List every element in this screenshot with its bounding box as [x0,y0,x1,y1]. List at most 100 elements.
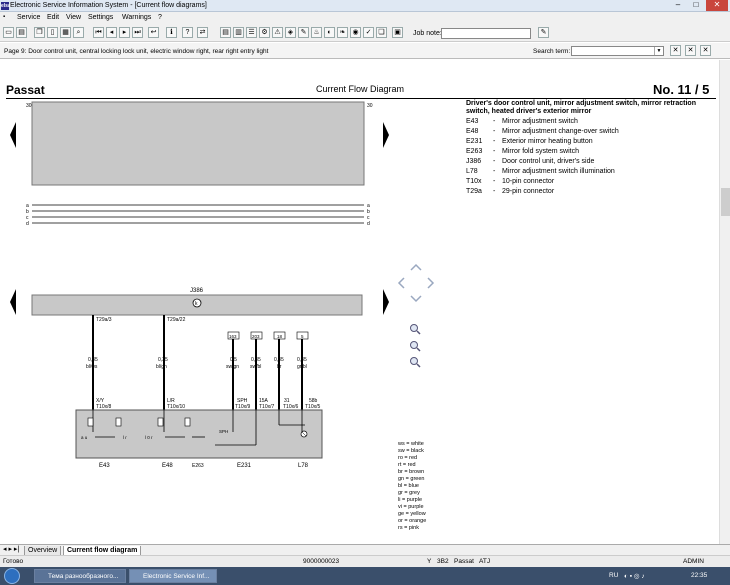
section-right-arrow-icon[interactable] [383,289,389,315]
svg-text:d: d [367,221,370,227]
first-icon[interactable]: ⏮ [93,27,104,38]
taskbar-item-active[interactable]: Electronic Service Inf... [129,569,217,583]
menu-view[interactable]: View [66,14,81,21]
paste-icon[interactable]: ▦ [60,27,71,38]
wrench-icon[interactable]: ✎ [298,27,309,38]
l78-label: L78 [298,463,309,469]
window-title: Electronic Service Information System - … [10,2,207,9]
svg-text:bl/ws: bl/ws [86,364,98,370]
tray-icons[interactable]: ◐ ▪ ◎ ♪ [624,572,645,580]
swap-icon[interactable]: ⇄ [197,27,208,38]
zoom-in-icon[interactable] [410,324,421,335]
search-options-icon[interactable]: ✕ [700,45,711,56]
doc-icon[interactable]: ▯ [47,27,58,38]
color-legend-item: br = brown [398,469,425,475]
pan-left-icon[interactable] [397,277,405,289]
language-indicator[interactable]: RU [609,572,618,579]
upper-block [31,101,365,186]
status-engine: 3B2 [437,558,449,565]
page-left-arrow-icon[interactable] [10,122,16,148]
search-clear-icon[interactable]: ✕ [670,45,681,56]
rail-label: 30 [367,103,373,109]
toolbar: ▭ ▤ ❐ ▯ ▦ ⌕ ⏮ ◂ ▸ ⏭ ↩ ℹ ? ⇄ ▤ ▥ ☰ ⚙ ⚠ ◈ … [0,24,730,42]
color-legend-item: li = purple [398,497,423,503]
status-model: Passat [454,558,474,565]
svg-text:T10x/8: T10x/8 [96,404,112,410]
svg-text:a u: a u [81,435,88,440]
svg-text:T10x/10: T10x/10 [167,404,185,410]
gear-icon[interactable]: ⚙ [259,27,270,38]
copy-icon[interactable]: ❐ [34,27,45,38]
taskbar-item[interactable]: Тема разнообразного... [34,569,126,583]
section-left-arrow-icon[interactable] [10,289,16,315]
rail-label: 30 [26,103,32,109]
prev-icon[interactable]: ◂ [106,27,117,38]
list-icon[interactable]: ☰ [246,27,257,38]
pan-up-icon[interactable] [410,263,422,271]
search-next-icon[interactable]: ✕ [685,45,696,56]
status-ready: Готово [3,558,24,565]
search-input[interactable]: ▼ [571,46,664,56]
status-bar: Готово 9000000023 Y 3B2 Passat ATJ ADMIN [0,555,730,567]
warning-icon[interactable]: ⚠ [272,27,283,38]
page-description: Page 9: Door control unit, central locki… [4,48,269,55]
svg-text:l 0 r: l 0 r [145,435,153,440]
dropdown-arrow-icon[interactable]: ▼ [654,47,663,55]
vertical-scrollbar[interactable] [719,60,730,544]
job-note-icon[interactable]: ✎ [538,27,549,38]
check-icon[interactable]: ✓ [363,27,374,38]
leaf-icon[interactable]: ❧ [337,27,348,38]
clipboard-icon[interactable]: ▣ [392,27,403,38]
color-legend-item: vi = purple [398,504,424,510]
svg-text:0,5: 0,5 [230,357,237,363]
save-icon[interactable]: ▭ [3,27,14,38]
menu-bar: ▪ Service Edit View Settings Warnings ? [0,12,730,24]
tab-scroll-arrows-icon[interactable]: ◂ ▸ ▸| [3,545,19,553]
menu-settings[interactable]: Settings [88,14,113,21]
car-icon[interactable]: ◈ [285,27,296,38]
current-flow-diagram: 30 30 a b c d a b c d J386 k T29a/3 T29a… [10,101,435,469]
color-legend-item: gr = grey [398,490,420,496]
pages-icon[interactable]: ❏ [376,27,387,38]
info-icon[interactable]: ℹ [166,27,177,38]
minimize-button[interactable]: – [670,0,686,11]
last-icon[interactable]: ⏭ [132,27,143,38]
pan-right-icon[interactable] [427,277,435,289]
print-icon[interactable]: ▤ [16,27,27,38]
page-icon[interactable]: ▤ [220,27,231,38]
job-note-input[interactable] [441,28,531,39]
scroll-thumb[interactable] [721,188,730,216]
oil-icon[interactable]: ♨ [311,27,322,38]
maximize-button[interactable]: □ [688,0,704,11]
e231-label: E231 [237,463,252,469]
next-icon[interactable]: ▸ [119,27,130,38]
zoom-fit-icon[interactable] [410,341,421,352]
status-user: ADMIN [683,558,704,565]
svg-text:gr/bl: gr/bl [297,364,307,370]
pan-down-icon[interactable] [410,295,422,303]
stamp-icon[interactable]: ◉ [350,27,361,38]
menu-warnings[interactable]: Warnings [122,14,151,21]
svg-text:18: 18 [277,334,283,339]
job-note-label: Job note: [413,30,442,37]
seat-icon[interactable]: ◐ [324,27,335,38]
close-button[interactable]: ✕ [706,0,728,11]
menu-app-icon[interactable]: ▪ [3,14,5,20]
help-icon[interactable]: ? [182,27,193,38]
menu-edit[interactable]: Edit [47,14,59,21]
start-button-icon[interactable] [4,568,20,584]
e48-label: E48 [162,463,173,469]
svg-text:0,35: 0,35 [158,357,168,363]
svg-text:SPH: SPH [219,429,228,434]
zoom-out-icon[interactable] [410,357,421,368]
document-view: Passat Current Flow Diagram No. 11 / 5 D… [0,60,719,544]
menu-help[interactable]: ? [158,14,162,21]
find-icon[interactable]: ⌕ [73,27,84,38]
color-legend-item: ws = white [398,441,424,447]
page-right-arrow-icon[interactable] [383,122,389,148]
clock[interactable]: 22:35 [691,572,707,579]
book-icon[interactable]: ▥ [233,27,244,38]
back-icon[interactable]: ↩ [148,27,159,38]
svg-text:T29a/3: T29a/3 [96,317,112,323]
menu-service[interactable]: Service [17,14,40,21]
